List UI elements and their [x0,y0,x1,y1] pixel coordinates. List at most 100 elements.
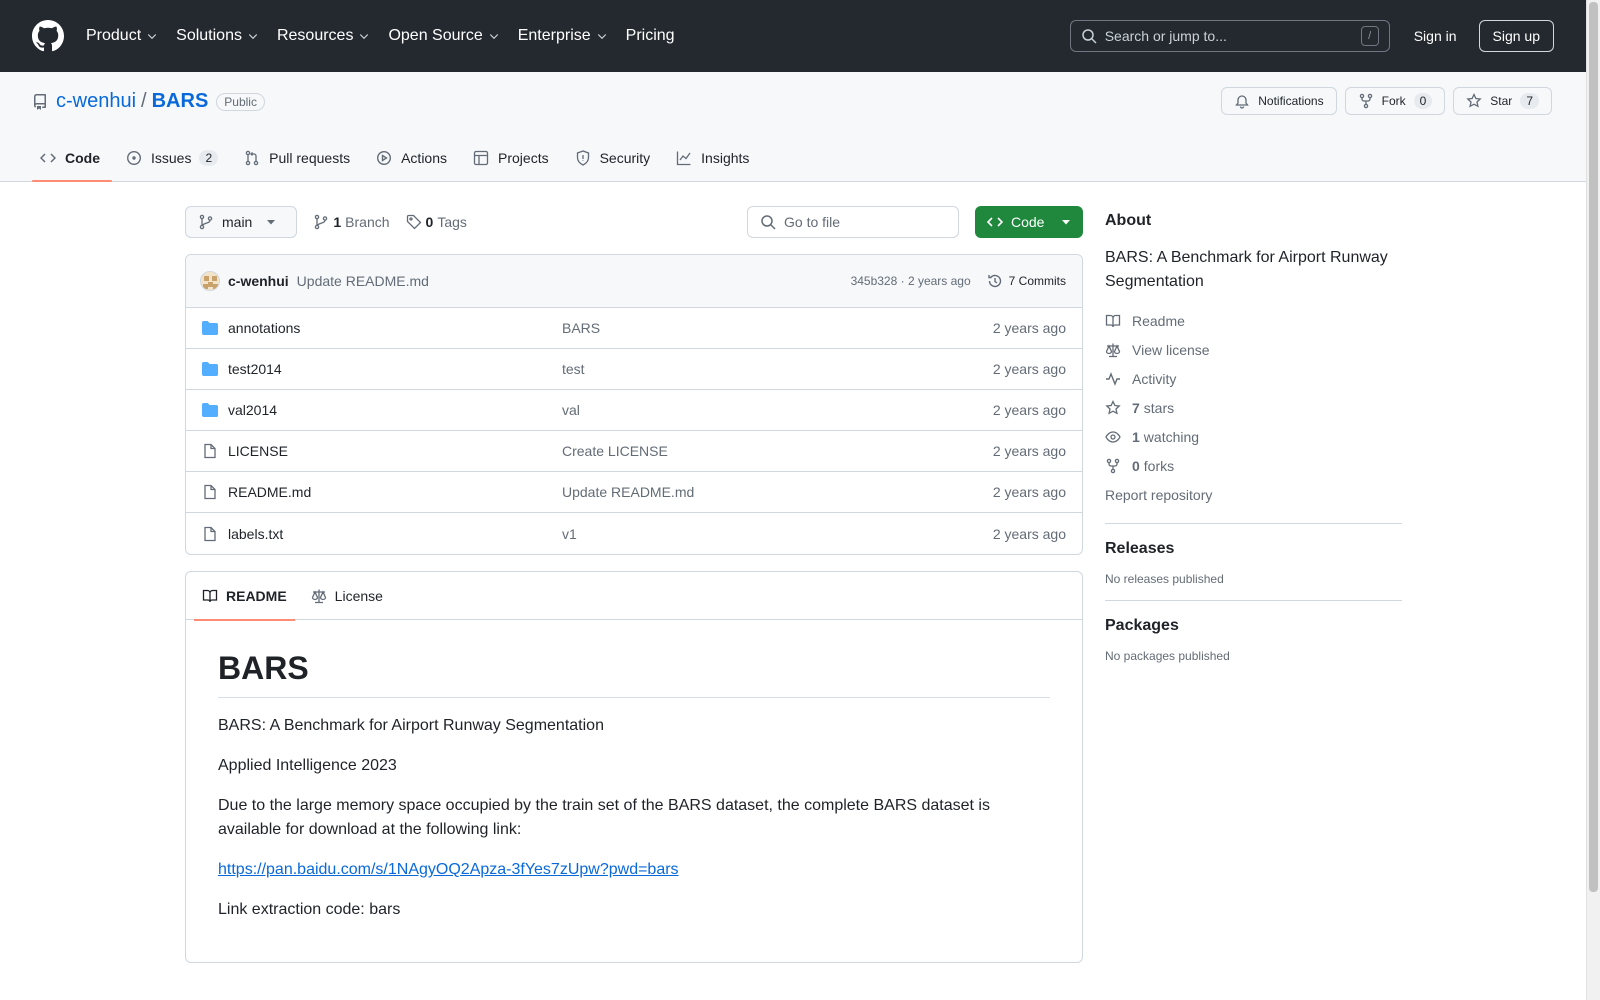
readme-title: BARS [218,650,1050,698]
fork-button[interactable]: Fork 0 [1344,87,1446,115]
notifications-button[interactable]: Notifications [1221,87,1337,115]
report-repository-link[interactable]: Report repository [1105,480,1402,509]
tab-issues[interactable]: Issues 2 [118,138,230,178]
nav-product[interactable]: Product [86,27,158,45]
file-icon [204,526,216,541]
tab-pull-requests[interactable]: Pull requests [236,138,362,178]
tag-icon [406,214,421,230]
watching-count: 1 [1132,428,1140,445]
file-type-icon [202,443,220,459]
license-link[interactable]: View license [1105,335,1402,364]
branch-icon [199,214,213,230]
file-row[interactable]: val2014 val 2 years ago [186,390,1082,431]
page-scrollbar[interactable] [1586,0,1600,1000]
code-dropdown-button[interactable]: Code [975,206,1083,238]
file-commit-message-link[interactable]: v1 [562,526,993,542]
packages-heading[interactable]: Packages [1105,617,1402,635]
fork-icon [1359,93,1372,109]
forks-count: 0 [1132,457,1140,474]
commit-author-link[interactable]: c-wenhui [228,273,289,289]
nav-solutions[interactable]: Solutions [176,27,259,45]
file-commit-date: 2 years ago [992,320,1066,336]
readme-tabs: README License [186,572,1082,621]
commit-hash-time[interactable]: 345b328 · 2 years ago [851,274,971,288]
search-shortcut-key: / [1360,26,1379,46]
law-icon [1105,343,1121,357]
go-to-file-input[interactable]: Go to file [747,206,959,238]
file-row[interactable]: test2014 test 2 years ago [186,349,1082,390]
nav-pricing-label: Pricing [625,27,675,44]
commits-link[interactable]: 7 Commits [987,273,1066,289]
file-name-link[interactable]: annotations [228,320,562,336]
law-icon [311,589,326,603]
chevron-down-icon [248,34,258,40]
tab-readme[interactable]: README [194,572,295,621]
branches-link[interactable]: 1 Branch [313,214,390,230]
file-name-link[interactable]: test2014 [228,361,562,377]
tab-projects-label: Projects [498,150,549,166]
branch-count: 1 [333,214,342,230]
readme-link[interactable]: Readme [1105,306,1402,335]
star-button[interactable]: Star 7 [1453,87,1552,115]
branch-name: main [222,214,253,230]
search-icon [1081,29,1097,44]
file-row[interactable]: annotations BARS 2 years ago [186,308,1082,349]
file-row[interactable]: LICENSE Create LICENSE 2 years ago [186,431,1082,472]
nav-enterprise[interactable]: Enterprise [518,27,608,45]
file-row[interactable]: labels.txt v1 2 years ago [186,513,1082,554]
dataset-download-link[interactable]: https://pan.baidu.com/s/1NAgyOQ2Apza-3fY… [218,861,679,878]
file-type-icon [202,484,220,500]
nav-enterprise-label: Enterprise [517,27,591,44]
readme-paragraph-1: BARS: A Benchmark for Airport Runway Seg… [218,717,604,734]
repo-description: BARS: A Benchmark for Airport Runway Seg… [1105,249,1388,290]
branch-select[interactable]: main [185,206,298,238]
file-type-icon [202,402,220,418]
file-commit-message-link[interactable]: Update README.md [562,484,993,500]
eye-icon [1105,430,1121,443]
issue-icon [126,150,142,166]
file-commit-message-link[interactable]: BARS [562,320,993,336]
sign-up-button[interactable]: Sign up [1478,20,1554,52]
file-browser: c-wenhui Update README.md 345b328 · 2 ye… [185,254,1083,555]
nav-resources[interactable]: Resources [277,27,370,45]
file-commit-message-link[interactable]: test [562,361,993,377]
sign-in-link[interactable]: Sign in [1414,28,1457,44]
file-row[interactable]: README.md Update README.md 2 years ago [186,472,1082,513]
star-label: Star [1490,94,1513,108]
repo-owner-link[interactable]: c-wenhui [56,90,136,113]
commit-message-link[interactable]: Update README.md [297,273,429,289]
file-name-link[interactable]: README.md [228,484,562,500]
nav-product-label: Product [86,27,142,44]
github-logo-icon[interactable] [32,20,64,52]
forks-link[interactable]: 0 forks [1105,451,1402,480]
file-name-link[interactable]: LICENSE [228,443,562,459]
file-commit-message-link[interactable]: Create LICENSE [562,443,993,459]
file-name-link[interactable]: labels.txt [228,526,562,542]
tab-code[interactable]: Code [32,138,112,182]
scrollbar-thumb[interactable] [1589,2,1598,892]
file-type-icon [202,320,220,336]
activity-link[interactable]: Activity [1105,364,1402,393]
watching-link[interactable]: 1 watching [1105,422,1402,451]
search-input[interactable]: Search or jump to... / [1069,20,1390,52]
file-name-link[interactable]: val2014 [228,402,562,418]
tags-link[interactable]: 0 Tags [406,214,467,230]
tab-license[interactable]: License [303,572,391,620]
nav-pricing[interactable]: Pricing [626,27,675,45]
releases-heading[interactable]: Releases [1105,540,1402,558]
tab-insights[interactable]: Insights [668,138,761,178]
stars-link[interactable]: 7 stars [1105,393,1402,422]
file-list: annotations BARS 2 years ago test2014 test 2 … [186,308,1082,554]
tab-actions[interactable]: Actions [368,138,459,178]
star-count: 7 [1520,93,1539,109]
avatar[interactable] [200,271,220,291]
tab-security-label: Security [599,150,651,166]
tab-projects[interactable]: Projects [465,138,561,178]
main-content: main 1 Branch 0 Tags Go to file Code c-w… [185,206,1083,963]
tab-security[interactable]: Security [567,138,663,178]
file-commit-message-link[interactable]: val [562,402,993,418]
about-heading: About [1105,212,1152,229]
repo-name-link[interactable]: BARS [152,90,209,113]
nav-open-source[interactable]: Open Source [388,27,499,45]
forks-label: forks [1143,457,1175,474]
